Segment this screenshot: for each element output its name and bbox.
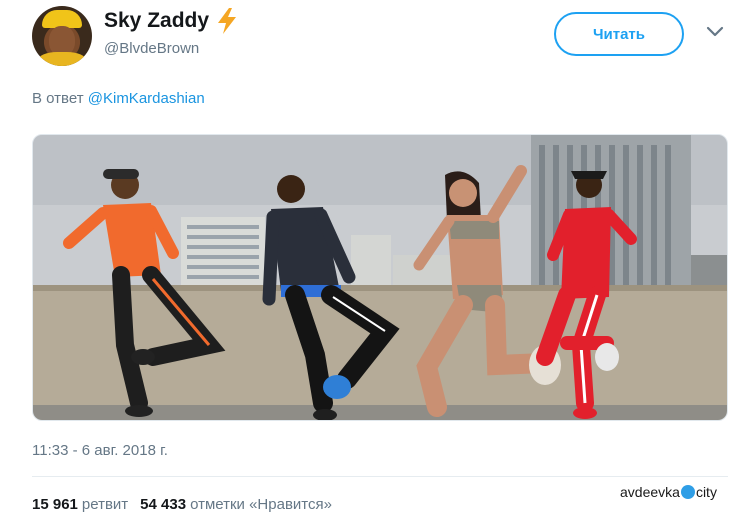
photo-scene (33, 135, 727, 420)
watermark-left: avdeevka (620, 484, 680, 500)
display-name[interactable]: Sky Zaddy (104, 8, 239, 34)
reply-context: В ответ @KimKardashian (32, 90, 205, 107)
avatar-shirt (38, 52, 86, 66)
chevron-down-icon[interactable] (706, 26, 724, 38)
tweet-stats: 15 961 ретвит 54 433 отметки «Нравится» (32, 496, 332, 513)
retweets-count: 15 961 (32, 496, 78, 513)
watermark-dot-icon (680, 485, 695, 499)
lightning-bolt-icon (218, 8, 237, 34)
likes-count: 54 433 (140, 496, 187, 513)
user-handle[interactable]: @BlvdeBrown (104, 40, 239, 57)
avatar[interactable] (32, 6, 92, 66)
watermark-right: city (695, 484, 717, 500)
divider (32, 476, 728, 477)
retweets-stat[interactable]: 15 961 ретвит (32, 496, 128, 513)
tweet-timestamp[interactable]: 11:33 - 6 авг. 2018 г. (32, 442, 168, 459)
likes-stat[interactable]: 54 433 отметки «Нравится» (140, 496, 332, 513)
tweet-header: Sky Zaddy @BlvdeBrown Читать (0, 0, 750, 80)
watermark: avdeevka city (620, 484, 717, 500)
retweets-label: ретвит (81, 496, 129, 513)
likes-label: отметки «Нравится» (190, 496, 332, 513)
reply-prefix: В ответ (32, 90, 84, 107)
follow-button[interactable]: Читать (554, 12, 684, 56)
tweet-photo[interactable] (32, 134, 728, 421)
display-name-text[interactable]: Sky Zaddy (104, 9, 209, 33)
user-names[interactable]: Sky Zaddy @BlvdeBrown (104, 8, 239, 57)
mention-link[interactable]: @KimKardashian (88, 90, 205, 107)
